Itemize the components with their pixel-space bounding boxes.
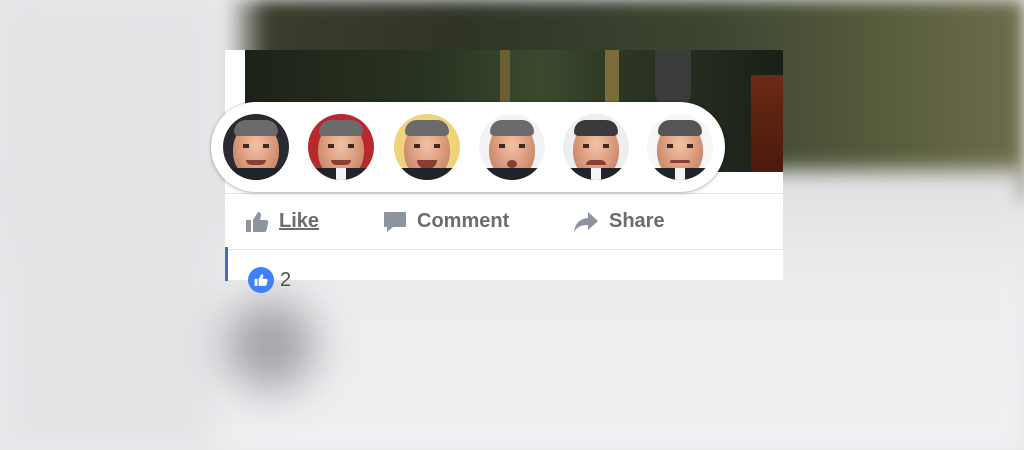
like-button[interactable]: Like <box>245 194 319 249</box>
face-mouth <box>246 160 266 165</box>
face-eyes <box>328 144 354 148</box>
face-hair <box>658 120 702 136</box>
thumbs-up-icon <box>245 211 269 233</box>
reaction-wow[interactable] <box>479 114 545 180</box>
face-suit <box>394 168 460 180</box>
face-collar <box>591 168 601 180</box>
reaction-count: 2 <box>280 269 292 291</box>
blurred-blob <box>225 300 315 390</box>
comment-button[interactable]: Comment <box>383 194 509 249</box>
reaction-summary: 2 <box>225 247 786 293</box>
face-eyes <box>499 144 525 148</box>
reaction-count-row[interactable]: 2 <box>248 267 291 293</box>
reaction-love[interactable] <box>308 114 374 180</box>
face-eyes <box>583 144 609 148</box>
face-mouth <box>670 160 690 163</box>
face-collar <box>336 168 346 180</box>
face-eyes <box>667 144 693 148</box>
face-hair <box>405 120 449 136</box>
photo-column <box>500 50 510 110</box>
post-action-bar: Like Comment Share <box>225 193 783 250</box>
like-label: Like <box>279 210 320 232</box>
face-hair <box>319 120 363 136</box>
share-label: Share <box>609 210 665 232</box>
face-mouth <box>507 160 517 168</box>
comment-label: Comment <box>417 210 510 232</box>
reaction-like[interactable] <box>223 114 289 180</box>
share-button[interactable]: Share <box>573 194 665 249</box>
like-badge-icon <box>248 267 274 293</box>
face-suit <box>479 168 545 180</box>
face-mouth <box>586 160 606 165</box>
reaction-haha[interactable] <box>394 114 460 180</box>
reactions-popup <box>211 102 725 192</box>
face-hair <box>234 120 278 136</box>
face-collar <box>675 168 685 180</box>
photo-column <box>605 50 619 110</box>
face-suit <box>223 168 289 180</box>
blurred-background-left <box>0 0 215 450</box>
reaction-sad[interactable] <box>563 114 629 180</box>
face-eyes <box>414 144 440 148</box>
reaction-angry[interactable] <box>647 114 713 180</box>
comment-icon <box>383 211 407 233</box>
photo-podium <box>751 75 783 172</box>
face-mouth <box>331 160 351 165</box>
share-icon <box>573 211 599 233</box>
face-hair <box>490 120 534 136</box>
face-eyes <box>243 144 269 148</box>
photo-lamp <box>655 50 691 110</box>
face-hair <box>574 120 618 136</box>
